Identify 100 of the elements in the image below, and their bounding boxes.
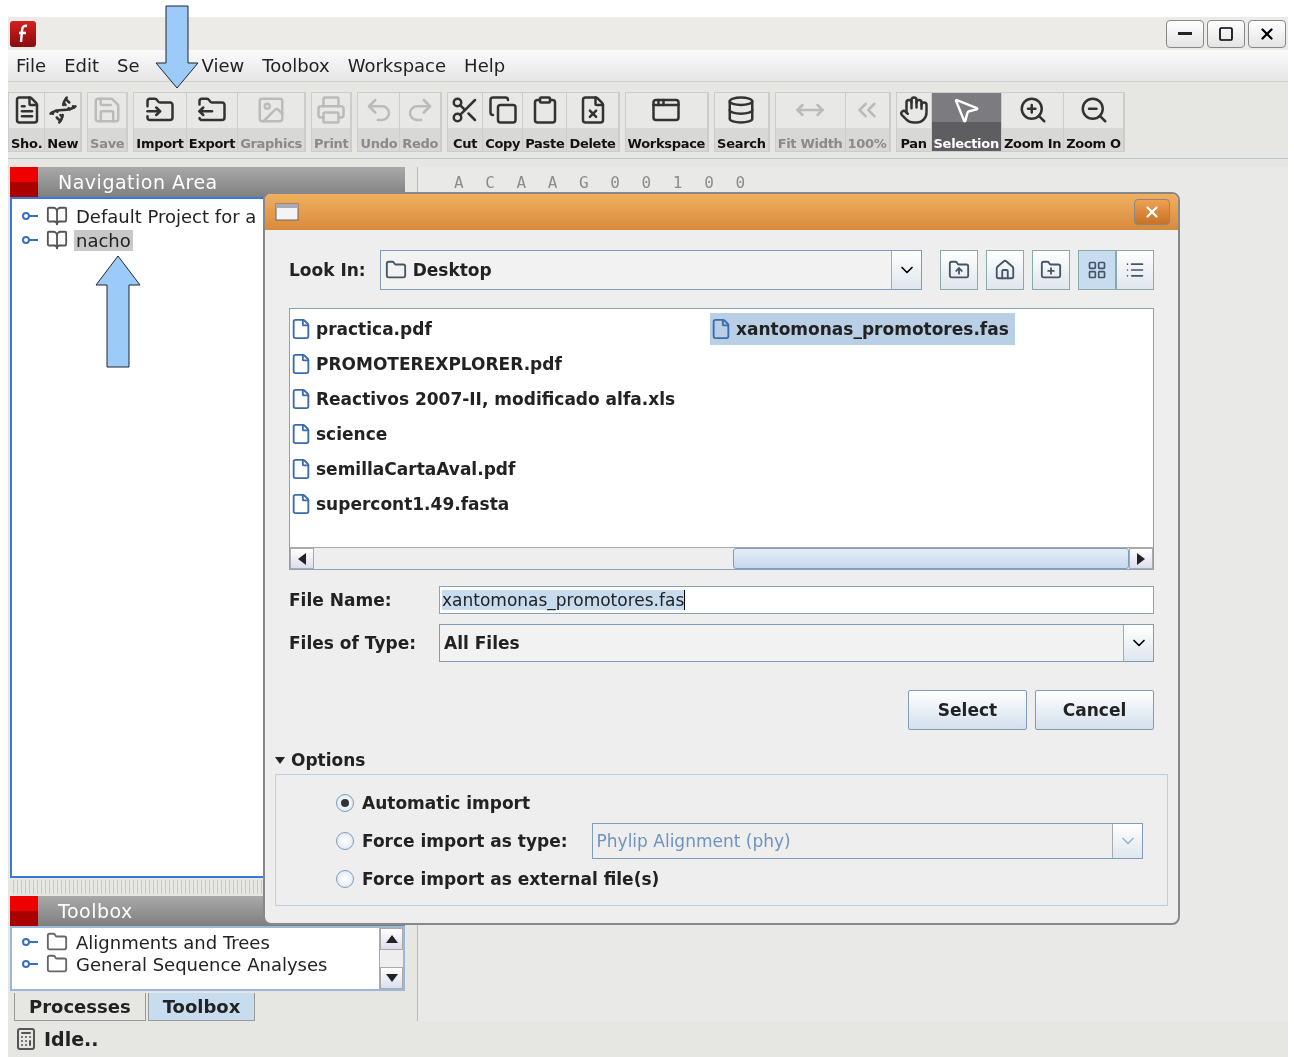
window-icon — [275, 203, 299, 221]
new-folder-icon — [1040, 259, 1062, 281]
radio-label: Automatic import — [362, 793, 531, 813]
menu-item[interactable]: Edit — [64, 55, 99, 76]
menu-item[interactable]: Help — [464, 55, 506, 76]
file-icon — [290, 423, 312, 445]
radio-label: Force import as type: — [362, 831, 568, 851]
document-entry[interactable]: supercont1.49.fasta — [290, 488, 516, 520]
radio-button[interactable] — [336, 870, 354, 888]
tree-item[interactable]: Default Project for a — [74, 205, 259, 227]
file-icon — [290, 318, 312, 340]
tree-item[interactable]: nacho — [74, 229, 133, 251]
look-in-label: Look In: — [289, 260, 366, 280]
toolbar-button[interactable]: Workspace — [625, 93, 709, 151]
file-icon — [710, 318, 732, 340]
document-entry[interactable]: science — [290, 418, 394, 450]
minimize-icon — [1178, 32, 1192, 35]
folder-icon — [46, 953, 68, 975]
folder-up-icon — [948, 259, 970, 281]
file-name-label: File Name: — [289, 590, 393, 610]
tree-item[interactable]: Alignments and Trees — [74, 931, 272, 953]
toolbar-button[interactable]: Delete — [567, 93, 619, 151]
scroll-right-icon — [1137, 552, 1145, 565]
list-icon — [1125, 260, 1145, 280]
dna-icon — [47, 95, 78, 125]
file-icon — [290, 493, 312, 515]
file-icon — [290, 353, 312, 375]
radio-label: Force import as external file(s) — [362, 869, 660, 889]
scroll-down-icon — [385, 974, 398, 982]
home-icon — [994, 259, 1016, 281]
grid-icon — [1087, 260, 1107, 280]
copy-icon — [487, 95, 518, 125]
minimize-button[interactable] — [1166, 19, 1204, 48]
toolbar-button[interactable]: Cut — [448, 93, 484, 151]
document-entry[interactable]: xantomonas_promotores.fas — [710, 313, 1015, 345]
hand-icon — [898, 95, 929, 125]
header-marker — [10, 167, 38, 197]
image-icon — [256, 95, 287, 125]
toolbar-button[interactable]: Sho. — [9, 93, 46, 151]
toolbar-button[interactable]: Export — [186, 93, 239, 151]
menu-item[interactable]: File — [16, 55, 47, 76]
tree-item[interactable]: General Sequence Analyses — [74, 953, 330, 975]
expand-handle-icon[interactable] — [22, 234, 40, 246]
list-view-button[interactable] — [1078, 250, 1116, 290]
maximize-icon — [1218, 25, 1234, 42]
folder-icon — [46, 931, 68, 953]
up-folder-button[interactable] — [940, 250, 978, 290]
menu-item[interactable]: Workspace — [347, 55, 447, 76]
file-icon — [290, 458, 312, 480]
expand-handle-icon[interactable] — [22, 210, 40, 222]
toolbar-button[interactable]: Paste — [523, 93, 568, 151]
toolbar-button[interactable]: Copy — [483, 93, 524, 151]
tab[interactable]: Processes — [14, 993, 146, 1021]
toolbar-button[interactable]: Selection — [931, 93, 1002, 151]
toolbar-button[interactable]: New — [45, 93, 82, 151]
new-folder-button[interactable] — [1032, 250, 1070, 290]
maximize-button[interactable] — [1207, 19, 1245, 48]
panel-title: Toolbox — [58, 900, 133, 922]
home-button[interactable] — [986, 250, 1024, 290]
horizontal-scrollbar[interactable] — [290, 547, 1153, 569]
expand-handle-icon[interactable] — [22, 958, 40, 970]
toolbar-button[interactable]: Import — [134, 93, 187, 151]
toolbar-button[interactable]: Search — [715, 93, 769, 151]
toolbar-button[interactable]: Zoom In — [1001, 93, 1065, 151]
panel-title: Navigation Area — [58, 171, 218, 193]
file-type-label: Files of Type: — [289, 633, 417, 653]
close-button[interactable] — [1248, 19, 1286, 48]
menu-item[interactable]: Toolbox — [262, 55, 330, 76]
sequence-ruler: A C A A G 0 0 1 0 0 — [454, 173, 752, 192]
book-icon — [46, 205, 68, 227]
toolbar-button[interactable]: Zoom O — [1064, 93, 1124, 151]
radio-button[interactable] — [336, 832, 354, 850]
tab[interactable]: Toolbox — [147, 993, 256, 1021]
menu-item[interactable]: View — [201, 55, 245, 76]
look-in-dropdown[interactable]: Desktop — [379, 250, 922, 290]
database-icon — [726, 95, 757, 125]
file-type-dropdown[interactable]: All Files — [439, 624, 1154, 662]
close-icon — [1143, 203, 1161, 221]
document-entry[interactable]: semillaCartaAval.pdf — [290, 453, 522, 485]
menu-item[interactable]: Se — [117, 55, 140, 76]
folder-icon — [384, 259, 407, 281]
document-entry[interactable]: Reactivos 2007-II, modificado alfa.xls — [290, 383, 682, 415]
document-entry[interactable]: practica.pdf — [290, 313, 438, 345]
options-toggle[interactable]: Options — [275, 750, 1154, 770]
scrollbar[interactable] — [379, 928, 403, 989]
app-logo — [10, 20, 36, 47]
document-entry[interactable]: PROMOTEREXPLORER.pdf — [290, 348, 568, 380]
cancel-button[interactable]: Cancel — [1035, 690, 1154, 730]
book-icon — [46, 229, 68, 251]
scroll-up-icon — [385, 935, 398, 943]
radio-button[interactable] — [336, 794, 354, 812]
toolbar-button[interactable]: Pan — [896, 93, 932, 151]
select-button[interactable]: Select — [908, 690, 1027, 730]
expand-handle-icon[interactable] — [22, 936, 40, 948]
expanded-triangle-icon — [275, 755, 285, 765]
scroll-left-icon — [298, 552, 306, 565]
printer-icon — [316, 95, 347, 125]
file-name-field[interactable]: xantomonas_promotores.fas — [439, 586, 1154, 614]
details-view-button[interactable] — [1116, 250, 1154, 290]
header-marker — [10, 896, 38, 926]
